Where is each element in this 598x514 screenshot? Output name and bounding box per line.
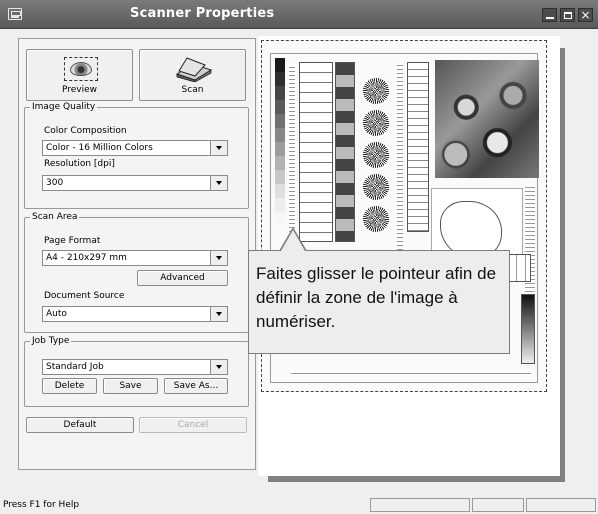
grayscale-grid bbox=[299, 62, 333, 242]
page-format-label: Page Format bbox=[44, 236, 101, 246]
scan-button[interactable]: Scan bbox=[139, 49, 246, 101]
resolution-value: 300 bbox=[46, 178, 64, 188]
image-quality-group: Image Quality Color Composition Color - … bbox=[24, 102, 249, 209]
preview-shadow bbox=[560, 48, 565, 482]
scanner-properties-window: Scanner Properties × Preview Scan Image … bbox=[0, 0, 598, 514]
preview-button[interactable]: Preview bbox=[26, 49, 133, 101]
preview-shadow bbox=[268, 476, 565, 482]
color-composition-value: Color - 16 Million Colors bbox=[46, 143, 153, 153]
preview-button-label: Preview bbox=[61, 85, 98, 95]
tooltip-pointer bbox=[281, 230, 305, 251]
cancel-button[interactable]: Cancel bbox=[139, 417, 247, 433]
vertical-text bbox=[525, 184, 535, 304]
gray-ramp bbox=[521, 294, 535, 364]
status-bar: Press F1 for Help bbox=[0, 496, 598, 514]
scan-button-label: Scan bbox=[181, 85, 204, 95]
preview-eye-icon bbox=[64, 57, 98, 81]
document-source-select[interactable]: Auto bbox=[42, 306, 228, 322]
job-type-group: Job Type Standard Job Delete Save Save A… bbox=[24, 336, 249, 407]
status-pane bbox=[472, 498, 524, 512]
document-source-value: Auto bbox=[46, 309, 67, 319]
save-as-button[interactable]: Save As... bbox=[164, 378, 228, 394]
job-type-value: Standard Job bbox=[46, 362, 104, 372]
chevron-down-icon[interactable] bbox=[210, 176, 227, 190]
page-format-select[interactable]: A4 - 210x297 mm bbox=[42, 250, 228, 266]
footer-text bbox=[291, 370, 531, 376]
page-format-value: A4 - 210x297 mm bbox=[46, 253, 127, 263]
status-pane bbox=[526, 498, 596, 512]
chevron-down-icon[interactable] bbox=[210, 141, 227, 155]
color-composition-label: Color Composition bbox=[44, 126, 127, 136]
color-composition-select[interactable]: Color - 16 Million Colors bbox=[42, 140, 228, 156]
job-type-title: Job Type bbox=[30, 336, 72, 346]
minimize-button[interactable] bbox=[542, 8, 557, 22]
drag-hint-tooltip: Faites glisser le pointeur afin de défin… bbox=[248, 250, 510, 354]
scanner-icon bbox=[175, 57, 213, 82]
scan-area-group: Scan Area Page Format A4 - 210x297 mm Ad… bbox=[24, 212, 249, 333]
advanced-button[interactable]: Advanced bbox=[137, 270, 228, 286]
vertical-text bbox=[397, 62, 403, 252]
fruit-photo bbox=[435, 60, 539, 178]
maximize-icon bbox=[564, 12, 572, 19]
document-source-label: Document Source bbox=[44, 291, 125, 301]
save-button[interactable]: Save bbox=[103, 378, 158, 394]
chevron-down-icon[interactable] bbox=[210, 307, 227, 321]
status-help-text: Press F1 for Help bbox=[3, 500, 80, 510]
maximize-button[interactable] bbox=[560, 8, 575, 22]
scanner-app-icon bbox=[8, 8, 22, 20]
window-title: Scanner Properties bbox=[130, 6, 275, 21]
status-pane bbox=[370, 498, 470, 512]
scan-area-title: Scan Area bbox=[30, 212, 80, 222]
resolution-label: Resolution [dpi] bbox=[44, 159, 115, 169]
resolution-targets bbox=[363, 78, 393, 238]
title-bar[interactable]: Scanner Properties × bbox=[0, 0, 598, 29]
close-button[interactable]: × bbox=[578, 8, 593, 22]
minimize-icon bbox=[546, 17, 554, 19]
resolution-select[interactable]: 300 bbox=[42, 175, 228, 191]
color-patch-grid bbox=[335, 62, 355, 242]
settings-panel: Preview Scan Image Quality Color Composi… bbox=[18, 38, 256, 470]
tooltip-text: Faites glisser le pointeur afin de défin… bbox=[256, 264, 497, 331]
close-icon: × bbox=[580, 8, 591, 22]
job-type-select[interactable]: Standard Job bbox=[42, 359, 228, 375]
image-quality-title: Image Quality bbox=[30, 102, 98, 112]
color-grid bbox=[407, 62, 429, 232]
chevron-down-icon[interactable] bbox=[210, 360, 227, 374]
chevron-down-icon[interactable] bbox=[210, 251, 227, 265]
delete-button[interactable]: Delete bbox=[42, 378, 97, 394]
default-button[interactable]: Default bbox=[26, 417, 134, 433]
